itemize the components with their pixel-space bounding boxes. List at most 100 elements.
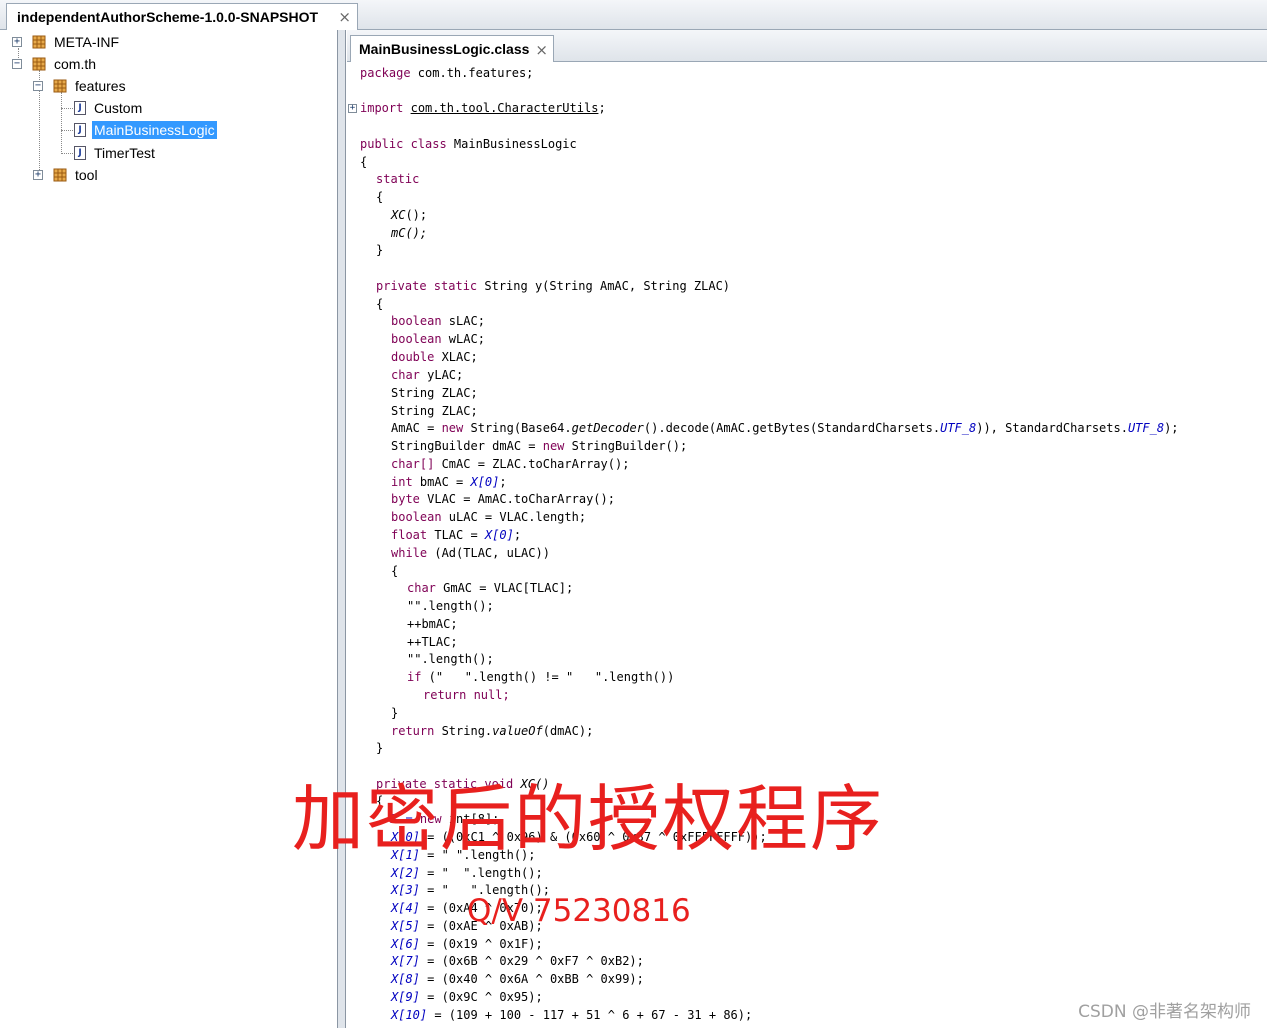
code-line: { [360,562,398,580]
tree-item-tool[interactable]: + tool [33,164,100,186]
code-import-link[interactable]: com.th.tool.CharacterUtils [411,101,599,115]
top-tab-strip: independentAuthorScheme-1.0.0-SNAPSHOT × [0,0,1267,30]
code-line: boolean sLAC; [360,312,485,330]
tree-item-label: TimerTest [94,145,155,161]
package-icon [32,57,46,71]
code-field: X[5] [391,919,420,933]
code-text: ; [598,101,606,115]
code-keyword: while [391,546,428,560]
collapse-icon[interactable]: − [33,81,43,91]
code-text: { [360,155,368,169]
code-line: X[8] = (0x40 ^ 0x6A ^ 0xBB ^ 0x99); [360,970,644,988]
code-text: } [376,243,384,257]
code-line: X[2] = " ".length(); [360,864,543,882]
tree-item-label: META-INF [54,34,120,50]
code-text: String ZLAC; [391,404,478,418]
expand-icon[interactable]: + [12,37,22,47]
code-text: VLAC = AmAC.toCharArray(); [419,492,615,506]
code-line: public class MainBusinessLogic [360,135,577,153]
code-line: X[6] = (0x19 ^ 0x1F); [360,935,543,953]
code-text: com.th.features; [410,66,534,80]
code-text: (); [405,208,428,222]
code-field: X[10] [391,1008,428,1022]
package-icon [53,79,67,93]
code-text: { [391,564,399,578]
code-editor[interactable]: + package com.th.features; import com.th… [347,62,1267,1028]
code-keyword: return [423,688,467,702]
code-text: CmAC = ZLAC.toCharArray(); [434,457,630,471]
overlay-contact: Q/V 75230816 [467,893,691,929]
code-line: double XLAC; [360,348,478,366]
code-text: } [391,706,399,720]
code-keyword: null; [466,688,510,702]
code-text: { [376,190,384,204]
tree-item-label: Custom [94,100,143,116]
code-keyword: boolean [391,332,442,346]
close-icon[interactable]: × [338,8,351,26]
fold-expand-icon[interactable]: + [348,104,357,113]
code-field: X[0] [484,528,514,542]
code-keyword: double [391,350,435,364]
code-text: = " ".length(); [419,866,543,880]
code-keyword: boolean [391,510,442,524]
package-icon [32,35,46,49]
code-keyword: char [391,368,420,382]
code-text: String y(String AmAC, String ZLAC) [477,279,731,293]
code-keyword: boolean [391,314,442,328]
code-keyword: public class [360,137,447,151]
tree-connector [61,108,73,109]
code-line: mC(); [360,224,427,242]
code-keyword: char [407,581,436,595]
code-line: String ZLAC; [360,402,478,420]
archive-tab[interactable]: independentAuthorScheme-1.0.0-SNAPSHOT × [6,3,358,30]
tree-connector [61,130,73,131]
code-line: X[9] = (0x9C ^ 0x95); [360,988,543,1006]
close-icon[interactable]: × [535,41,548,59]
code-keyword: new [542,439,565,453]
code-text: (Ad(TLAC, uLAC)) [427,546,550,560]
code-text: ); [1164,421,1179,435]
tree-item-mainbusinesslogic[interactable]: J MainBusinessLogic [74,119,217,141]
code-keyword: import [360,101,404,115]
code-field: X[9] [391,990,420,1004]
code-line: char GmAC = VLAC[TLAC]; [360,579,573,597]
code-text: sLAC; [441,314,485,328]
code-line: private static String y(String AmAC, Str… [360,277,730,295]
code-line: String ZLAC; [360,384,478,402]
code-text: = (0x6B ^ 0x29 ^ 0xF7 ^ 0xB2); [419,954,644,968]
collapse-icon[interactable]: − [12,59,22,69]
code-field: X[3] [391,883,420,897]
code-text: valueOf [492,724,543,738]
panel-splitter[interactable] [338,30,346,1028]
code-text: AmAC = [391,421,442,435]
tree-item-meta-inf[interactable]: + META-INF [12,31,121,53]
code-line: "".length(); [360,597,494,615]
code-text: { [376,297,384,311]
expand-icon[interactable]: + [33,170,43,180]
tree-item-com-th[interactable]: − com.th [12,53,98,75]
package-tree: + META-INF − com.th − features J Custom … [0,30,338,1028]
code-line: int bmAC = X[0]; [360,473,507,491]
code-line: import com.th.tool.CharacterUtils; [360,99,606,117]
code-field: X[4] [391,901,420,915]
tree-item-timertest[interactable]: J TimerTest [74,142,157,164]
code-text: XC [391,208,406,222]
code-line: static [360,170,419,188]
code-text: ; [499,475,507,489]
code-keyword: int [391,475,413,489]
code-line: { [360,153,367,171]
code-field: X[8] [391,972,420,986]
code-line: while (Ad(TLAC, uLAC)) [360,544,550,562]
code-text: = (0x40 ^ 0x6A ^ 0xBB ^ 0x99); [419,972,644,986]
tree-item-custom[interactable]: J Custom [74,97,144,119]
code-field: X[6] [391,937,420,951]
editor-tab-mainbusinesslogic[interactable]: MainBusinessLogic.class × [350,35,554,62]
package-icon [53,168,67,182]
java-class-icon: J [74,146,86,160]
code-text: getDecoder [571,421,644,435]
code-line: char[] CmAC = ZLAC.toCharArray(); [360,455,629,473]
code-field: UTF_8 [1127,421,1165,435]
code-line: { [360,188,383,206]
code-text: wLAC; [441,332,485,346]
tree-item-features[interactable]: − features [33,75,128,97]
